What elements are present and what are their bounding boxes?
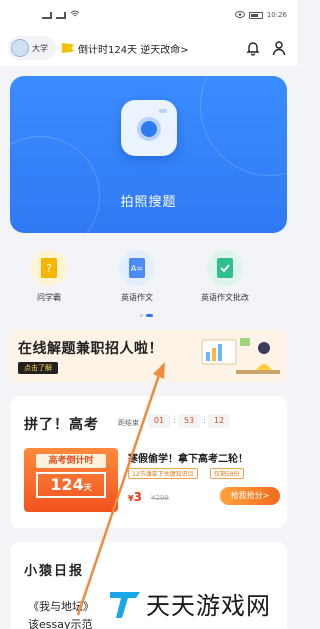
profile-button[interactable] (269, 38, 289, 58)
feature-essay-correction[interactable]: 英语作文批改 (186, 250, 264, 303)
banner-title: 在线解题兼职招人啦！ (18, 341, 163, 357)
daily-report-title: 小猿日报 (24, 564, 85, 579)
feature-shortcuts: ? 问学霸 A= 英语作文 英语作文批改 (10, 250, 287, 303)
watermark-logo-icon (110, 592, 140, 618)
page-dot (140, 314, 143, 317)
camera-lens (137, 117, 161, 141)
original-price: ¥299 (151, 494, 169, 502)
status-right: 10:26 (234, 10, 287, 20)
user-icon (272, 41, 286, 56)
daily-report-line: 《我与地坛》 (28, 600, 94, 613)
grade-selector[interactable]: 大学 (8, 36, 56, 60)
avatar (11, 39, 29, 57)
banner-button[interactable]: 点击了解 (18, 362, 58, 374)
battery-icon (248, 11, 263, 19)
photo-search-card[interactable]: 拍照搜题 (10, 76, 287, 233)
timer-separator: : (203, 416, 206, 425)
status-time: 10:26 (266, 11, 287, 19)
recruit-banner[interactable]: 在线解题兼职招人啦！ 点击了解 (10, 330, 287, 382)
gaokao-title: 拼了！高考 (24, 417, 99, 433)
watermark: 天天游戏网 (108, 580, 294, 626)
check-book-icon (207, 250, 243, 286)
feature-label: 英语作文批改 (201, 293, 249, 302)
timer-label: 距结束 (118, 419, 139, 427)
svg-text:?: ? (46, 262, 52, 275)
question-book-icon: ? (31, 250, 67, 286)
flag-icon (62, 43, 74, 53)
course-price: ¥3 (128, 490, 142, 504)
notification-button[interactable] (243, 38, 263, 58)
gaokao-card: 拼了！高考 距结束 01 : 53 : 12 高考倒计时 124天 寒假偷学！拿… (10, 396, 287, 528)
top-bar: 大学 倒计时124天 逆天改命> (0, 30, 297, 66)
page-dot-active (146, 314, 153, 317)
timer-hours: 01 (148, 414, 170, 428)
signal-group (42, 10, 80, 20)
camera-icon (121, 100, 177, 156)
course-name: 寒假偷学！拿下高考二轮！ (128, 454, 248, 465)
bell-icon (246, 42, 260, 56)
svg-text:A=: A= (131, 264, 143, 273)
course-tag: 12节课拿下关键知识点 (128, 468, 198, 479)
buy-button[interactable]: 抢我抢分> (220, 487, 280, 505)
photo-search-label: 拍照搜题 (120, 195, 177, 210)
feature-english-essay[interactable]: A= 英语作文 (98, 250, 176, 303)
status-bar: 10:26 (0, 0, 297, 30)
decoration (200, 76, 287, 176)
feature-ask-expert[interactable]: ? 问学霸 (10, 250, 88, 303)
daily-report-line: 该essay示范 (28, 618, 93, 629)
timer-minutes: 53 (178, 414, 200, 428)
price-value: 3 (133, 490, 142, 504)
page-indicator (140, 314, 153, 317)
stock-tag: 仅剩58份 (210, 468, 244, 479)
countdown-text: 倒计时124天 逆天改命> (78, 44, 189, 56)
grade-label: 大学 (32, 43, 48, 53)
decoration (10, 136, 100, 233)
banner-illustration-icon (201, 338, 280, 374)
cover-days-unit: 天 (83, 483, 92, 492)
course-cover: 高考倒计时 124天 (24, 448, 118, 512)
watermark-text: 天天游戏网 (146, 591, 271, 620)
timer-seconds: 12 (208, 414, 230, 428)
countdown-link[interactable]: 倒计时124天 逆天改命> (62, 41, 237, 56)
cover-days-value: 124 (50, 475, 84, 494)
feature-label: 问学霸 (37, 293, 61, 302)
eye-icon (234, 10, 245, 20)
signal-icon-2 (56, 11, 66, 19)
signal-icon (42, 11, 52, 19)
timer-separator: : (173, 416, 176, 425)
english-book-icon: A= (119, 250, 155, 286)
feature-label: 英语作文 (121, 293, 153, 302)
cover-days: 124天 (36, 472, 106, 498)
wifi-icon (70, 10, 80, 20)
camera-flash (159, 109, 167, 113)
cover-title: 高考倒计时 (36, 454, 106, 468)
course-item[interactable]: 高考倒计时 124天 寒假偷学！拿下高考二轮！ 12节课拿下关键知识点 仅剩58… (24, 448, 287, 512)
